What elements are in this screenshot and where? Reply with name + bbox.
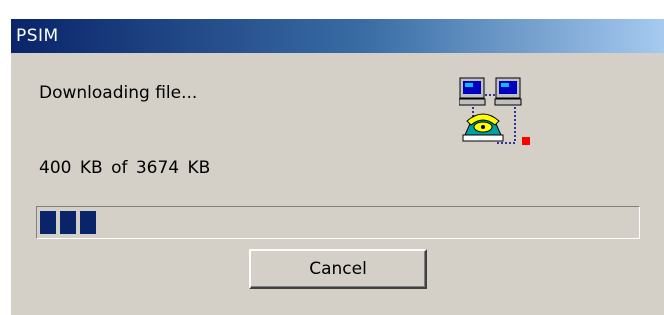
- computer-left-icon: [459, 77, 486, 106]
- progress-block: [60, 211, 76, 234]
- status-text: Downloading file...: [39, 83, 198, 103]
- progress-block: [80, 211, 96, 234]
- progress-fill: [40, 211, 96, 234]
- download-size-text: 400 KB of 3674 KB: [39, 158, 211, 178]
- telephone-icon: [462, 113, 504, 142]
- network-transfer-icon: [459, 77, 530, 145]
- download-progress-bar: [36, 206, 640, 239]
- title-bar[interactable]: PSIM: [11, 19, 664, 53]
- computer-right-icon: [494, 77, 522, 106]
- window-title: PSIM: [16, 26, 59, 46]
- download-dialog: PSIM Downloading file... 400 KB of 3674 …: [10, 18, 664, 315]
- cancel-button[interactable]: Cancel: [249, 249, 427, 289]
- progress-block: [40, 211, 56, 234]
